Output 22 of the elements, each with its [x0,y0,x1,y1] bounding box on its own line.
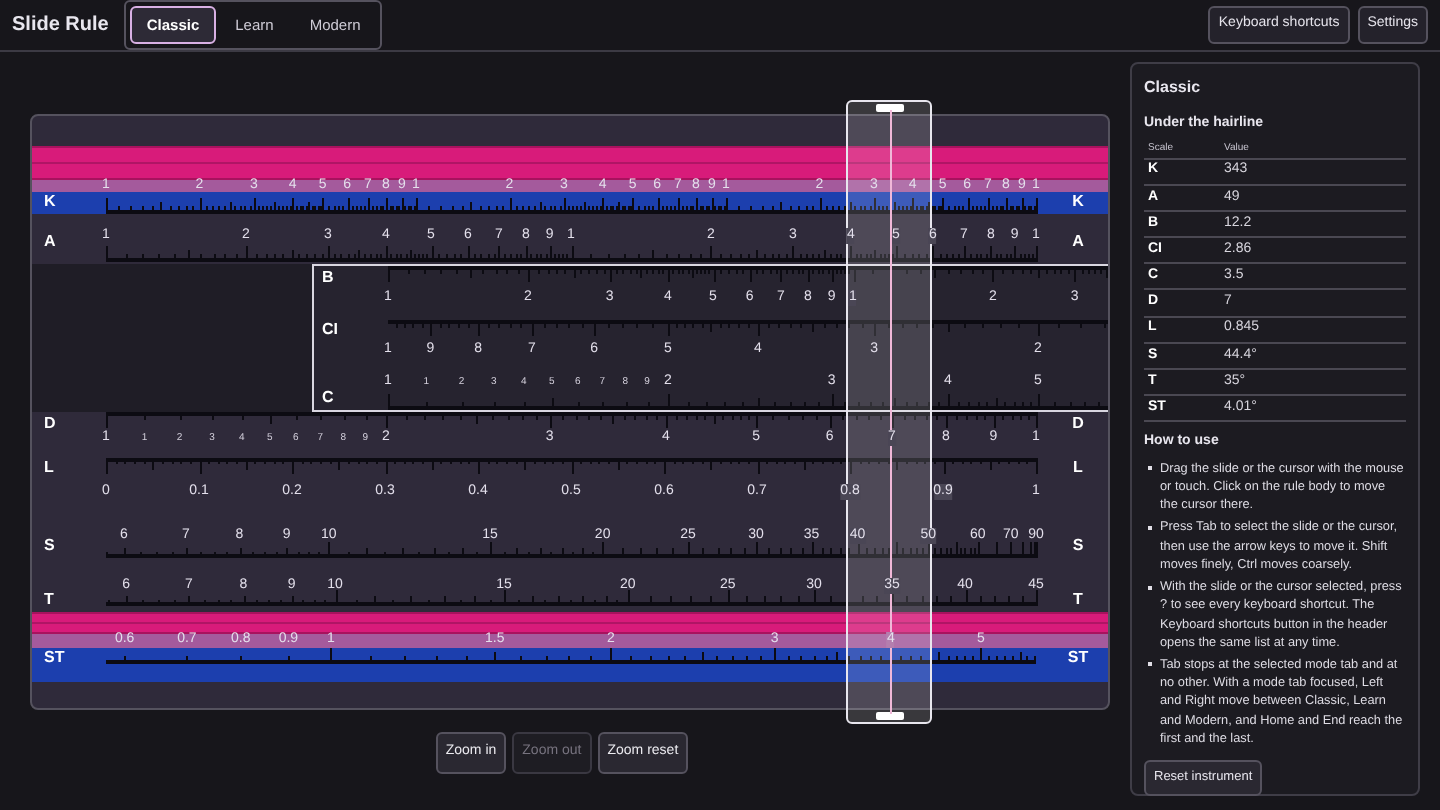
scale-label: T [1073,590,1083,608]
scale-label: D [44,414,56,432]
scale-label: C [321,388,334,406]
scale-label: A [44,232,56,250]
scale-label: S [1072,536,1084,554]
scale-label: T [44,590,54,608]
scale-label: K [44,192,56,210]
scale-label: ST [1067,648,1089,666]
cursor-handle[interactable] [875,712,904,720]
scale-label: L [1073,458,1083,476]
scale-label: ST [44,648,65,666]
scale-label: CI [321,320,338,338]
panel-title: Classic [1144,76,1203,100]
app-title: Slide Rule [12,12,109,40]
scale-label: B [321,268,334,286]
scale-label: A [1072,232,1084,250]
scale-label: S [44,536,55,554]
scale-label: L [44,458,54,476]
cursor-handle[interactable] [875,104,904,112]
scale-label: D [1072,414,1084,432]
scale-label: K [1072,192,1084,210]
rule-body[interactable] [30,114,1110,710]
